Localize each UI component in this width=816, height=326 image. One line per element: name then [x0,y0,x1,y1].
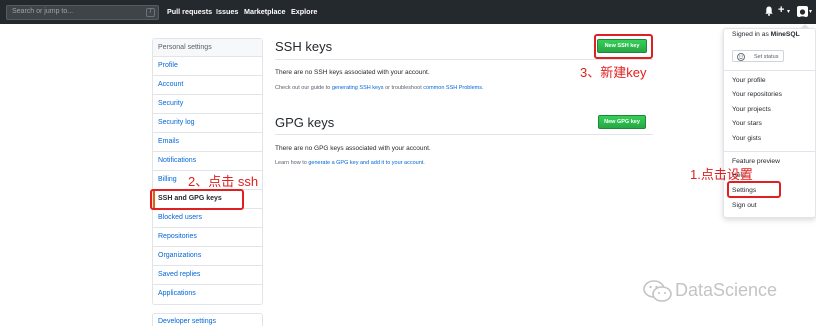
create-new-plus-icon[interactable]: + [778,5,784,16]
signed-in-label: Signed in as [732,31,769,38]
generate-gpg-key-link[interactable]: generate a GPG key and add it to your ac… [308,160,423,166]
sidebar-item-organizations[interactable]: Organizations [153,247,262,266]
generating-ssh-keys-link[interactable]: generating SSH keys [332,85,384,91]
sidebar-title: Personal settings [153,39,262,57]
sidebar-item-profile[interactable]: Profile [153,57,262,76]
highlight-settings [727,181,781,198]
gpg-note-prefix: Learn how to [275,160,309,166]
menu-your-stars[interactable]: Your stars [732,120,762,127]
annotation-step-2: 2、点击 ssh [188,174,259,189]
new-gpg-key-button[interactable]: New GPG key [598,115,646,129]
menu-your-profile[interactable]: Your profile [732,77,766,84]
ssh-help-note: Check out our guide to generating SSH ke… [275,85,484,91]
annotation-step-1: 1.点击设置 [690,167,753,182]
common-ssh-problems-link[interactable]: common SSH Problems [423,85,482,91]
ssh-note-suffix: . [481,85,484,91]
nav-explore[interactable]: Explore [291,7,317,16]
ssh-empty-message: There are no SSH keys associated with yo… [275,69,430,76]
slash-shortcut-icon: / [146,8,155,17]
set-status-label: Set status [754,53,779,60]
sidebar-item-security[interactable]: Security [153,95,262,114]
notifications-bell-icon[interactable] [765,6,773,16]
ssh-note-middle: or troubleshoot [383,85,424,91]
ssh-keys-heading: SSH keys [275,39,333,54]
create-dropdown-caret-icon[interactable]: ▾ [787,8,790,15]
sidebar-item-notifications[interactable]: Notifications [153,152,262,171]
gpg-empty-message: There are no GPG keys associated with yo… [275,145,431,152]
sidebar-item-account[interactable]: Account [153,76,262,95]
gpg-help-note: Learn how to generate a GPG key and add … [275,160,425,166]
signed-in-username: MineSQL [770,31,800,38]
wechat-logo-icon [643,280,672,302]
highlight-ssh-gpg-keys [150,189,244,210]
set-status-button[interactable]: Set status [732,50,784,62]
dropdown-divider [723,151,816,152]
developer-settings-panel: Developer settings [152,313,263,326]
menu-your-repositories[interactable]: Your repositories [732,91,782,98]
sidebar-item-blocked-users[interactable]: Blocked users [153,209,262,228]
gpg-divider [275,134,653,135]
user-menu-caret-icon[interactable]: ▾ [809,8,812,15]
smiley-icon [737,52,745,61]
menu-your-projects[interactable]: Your projects [732,106,771,113]
sidebar-item-applications[interactable]: Applications [153,285,262,304]
top-navigation-bar: Search or jump to... / Pull requests Iss… [0,0,816,24]
menu-your-gists[interactable]: Your gists [732,135,761,142]
watermark: DataScience [643,280,777,307]
sidebar-item-security-log[interactable]: Security log [153,114,262,133]
highlight-new-ssh-key [594,34,653,59]
nav-marketplace[interactable]: Marketplace [244,7,286,16]
gpg-note-suffix: . [423,160,425,166]
user-avatar[interactable] [797,6,808,17]
ssh-note-prefix: Check out our guide to [275,85,332,91]
search-placeholder: Search or jump to... [12,8,74,15]
annotation-step-3: 3、新建key [580,65,647,80]
sidebar-item-repositories[interactable]: Repositories [153,228,262,247]
search-input[interactable]: Search or jump to... / [6,5,159,20]
menu-sign-out[interactable]: Sign out [732,202,757,209]
gpg-keys-heading: GPG keys [275,115,335,130]
signed-in-as-text: Signed in as MineSQL [732,31,800,38]
nav-pull-requests[interactable]: Pull requests [167,7,212,16]
avatar-figure-icon [799,9,806,17]
ssh-divider [275,59,653,60]
sidebar-item-emails[interactable]: Emails [153,133,262,152]
nav-issues[interactable]: Issues [216,7,238,16]
sidebar-item-saved-replies[interactable]: Saved replies [153,266,262,285]
watermark-text: DataScience [675,280,778,300]
sidebar-item-developer-settings[interactable]: Developer settings [153,314,262,325]
dropdown-divider [723,70,816,71]
